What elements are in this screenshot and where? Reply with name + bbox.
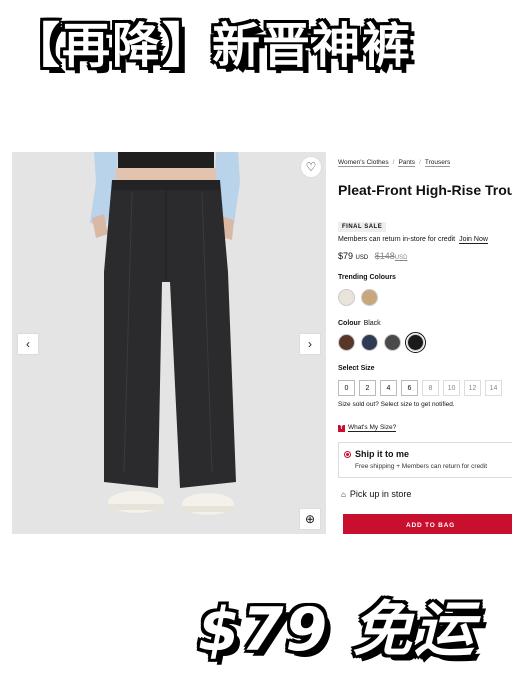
original-price: $148USD — [374, 251, 408, 261]
product-image-panel: ♡ ‹ › ⊕ — [12, 152, 326, 534]
colour-label: Colour Black — [338, 320, 381, 327]
banner-top-text: 【再降】新晋神裤 — [12, 18, 413, 74]
current-price: $79 — [338, 251, 354, 261]
product-title: Pleat-Front High-Rise Trouser Regular — [338, 182, 512, 198]
whats-my-size-link[interactable]: What's My Size? — [348, 424, 397, 432]
prev-image-button[interactable]: ‹ — [17, 333, 39, 355]
size-option[interactable]: 0 — [338, 380, 355, 396]
pickup-label: Pick up in store — [349, 489, 412, 499]
breadcrumb: Women's Clothes / Pants / Trousers — [338, 159, 451, 167]
product-details: Women's Clothes / Pants / Trousers Pleat-Fro… — [338, 152, 512, 534]
final-sale-badge: FINAL SALE — [338, 222, 387, 232]
member-credit-text: Members can return in-store for credit Jo… — [338, 236, 488, 244]
wishlist-button[interactable]: ♡ — [300, 156, 322, 178]
colour-swatch-brown[interactable] — [338, 334, 355, 351]
heart-icon: ♡ — [305, 160, 317, 174]
zoom-button[interactable]: ⊕ — [299, 508, 321, 530]
colour-swatch-navy[interactable] — [361, 334, 378, 351]
next-image-button[interactable]: › — [299, 333, 321, 355]
size-option[interactable]: 4 — [380, 380, 397, 396]
breadcrumb-pants[interactable]: Pants — [398, 159, 416, 167]
current-price-currency: USD — [355, 255, 369, 261]
store-icon: ⌂ — [341, 490, 346, 499]
trending-swatches — [338, 289, 378, 306]
trending-colours-label: Trending Colours — [338, 274, 396, 281]
credit-text: Members can return in-store for credit — [338, 236, 456, 243]
breadcrumb-trousers[interactable]: Trousers — [424, 159, 451, 167]
add-to-bag-button[interactable]: ADD TO BAG — [343, 514, 512, 534]
ship-title: Ship it to me — [355, 449, 409, 459]
trending-swatch-tan[interactable] — [361, 289, 378, 306]
product-photo — [12, 152, 326, 534]
size-option[interactable]: 8 — [422, 380, 439, 396]
ship-to-me-option[interactable]: Ship it to me Free shipping + Members ca… — [338, 442, 512, 478]
size-option[interactable]: 10 — [443, 380, 460, 396]
radio-selected-icon[interactable] — [344, 451, 351, 458]
size-guide-icon: T — [338, 425, 345, 432]
pickup-in-store-option[interactable]: ⌂ Pick up in store — [341, 489, 411, 499]
chevron-left-icon: ‹ — [26, 337, 30, 351]
join-now-link[interactable]: Join Now — [459, 236, 488, 244]
selected-colour-name: Black — [363, 320, 381, 327]
price: $79 USD $148USD — [338, 251, 407, 261]
trending-swatch-light[interactable] — [338, 289, 355, 306]
soldout-notice: Size sold out? Select size to get notifi… — [338, 401, 455, 408]
ship-subtitle: Free shipping + Members can return for c… — [355, 463, 488, 470]
breadcrumb-womens-clothes[interactable]: Women's Clothes — [338, 159, 389, 167]
colour-swatches — [338, 332, 426, 353]
size-options: 0 2 4 6 8 10 12 14 — [338, 380, 502, 396]
zoom-icon: ⊕ — [304, 512, 316, 526]
size-option[interactable]: 14 — [485, 380, 502, 396]
size-option[interactable]: 12 — [464, 380, 481, 396]
select-size-label: Select Size — [338, 365, 375, 372]
whats-my-size[interactable]: T What's My Size? — [338, 424, 397, 432]
chevron-right-icon: › — [308, 337, 312, 351]
size-option[interactable]: 6 — [401, 380, 418, 396]
colour-swatch-grey[interactable] — [384, 334, 401, 351]
banner-bottom-text: $79 免运 — [198, 595, 477, 665]
size-option[interactable]: 2 — [359, 380, 376, 396]
colour-swatch-black[interactable] — [405, 332, 426, 353]
